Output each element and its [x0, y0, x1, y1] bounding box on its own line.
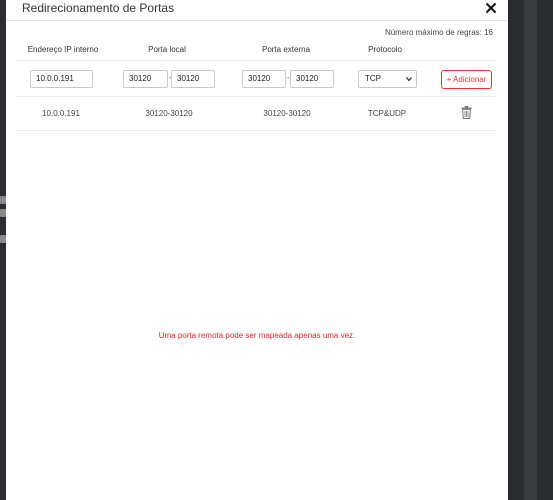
port-forwarding-modal: Redirecionamento de Portas Número máximo…	[6, 0, 508, 500]
modal-header: Redirecionamento de Portas	[6, 0, 508, 21]
chevron-down-icon	[406, 77, 412, 82]
port-forwarding-table: Endereço IP interno Porta local Porta ex…	[16, 40, 496, 131]
rule-ip: 10.0.0.191	[42, 109, 80, 118]
new-rule-row: 10.0.0.191 30120 - 30120 30120 - 30120 T…	[16, 61, 496, 97]
header-internal-ip: Endereço IP interno	[27, 45, 99, 54]
header-protocol: Protocolo	[368, 45, 402, 54]
close-icon[interactable]	[484, 1, 498, 15]
table-header: Endereço IP interno Porta local Porta ex…	[16, 40, 496, 61]
local-port-start-input[interactable]: 30120	[123, 70, 168, 88]
table-row: 10.0.0.191 30120-30120 30120-30120 TCP&U…	[16, 97, 496, 131]
external-port-end-input[interactable]: 30120	[290, 70, 334, 88]
external-port-start-input[interactable]: 30120	[242, 70, 286, 88]
local-port-end-input[interactable]: 30120	[171, 70, 215, 88]
max-rules-label: Número máximo de regras: 16	[384, 28, 493, 37]
modal-title: Redirecionamento de Portas	[22, 1, 175, 15]
backdrop-right	[508, 0, 553, 500]
rule-external-port: 30120-30120	[263, 109, 311, 118]
error-message: Uma porta remota pode ser mapeada apenas…	[158, 331, 356, 340]
backdrop-scrollbar-strip	[524, 0, 537, 500]
rule-local-port: 30120-30120	[145, 109, 193, 118]
protocol-select[interactable]: TCP	[358, 70, 417, 88]
rule-protocol: TCP&UDP	[367, 109, 407, 118]
header-local-port: Porta local	[148, 45, 186, 54]
add-rule-button[interactable]: + Adicionar	[441, 70, 492, 89]
header-external-port: Porta externa	[261, 45, 311, 54]
trash-icon[interactable]	[461, 106, 472, 119]
protocol-selected-value: TCP	[365, 74, 381, 83]
internal-ip-input[interactable]: 10.0.0.191	[30, 70, 93, 88]
